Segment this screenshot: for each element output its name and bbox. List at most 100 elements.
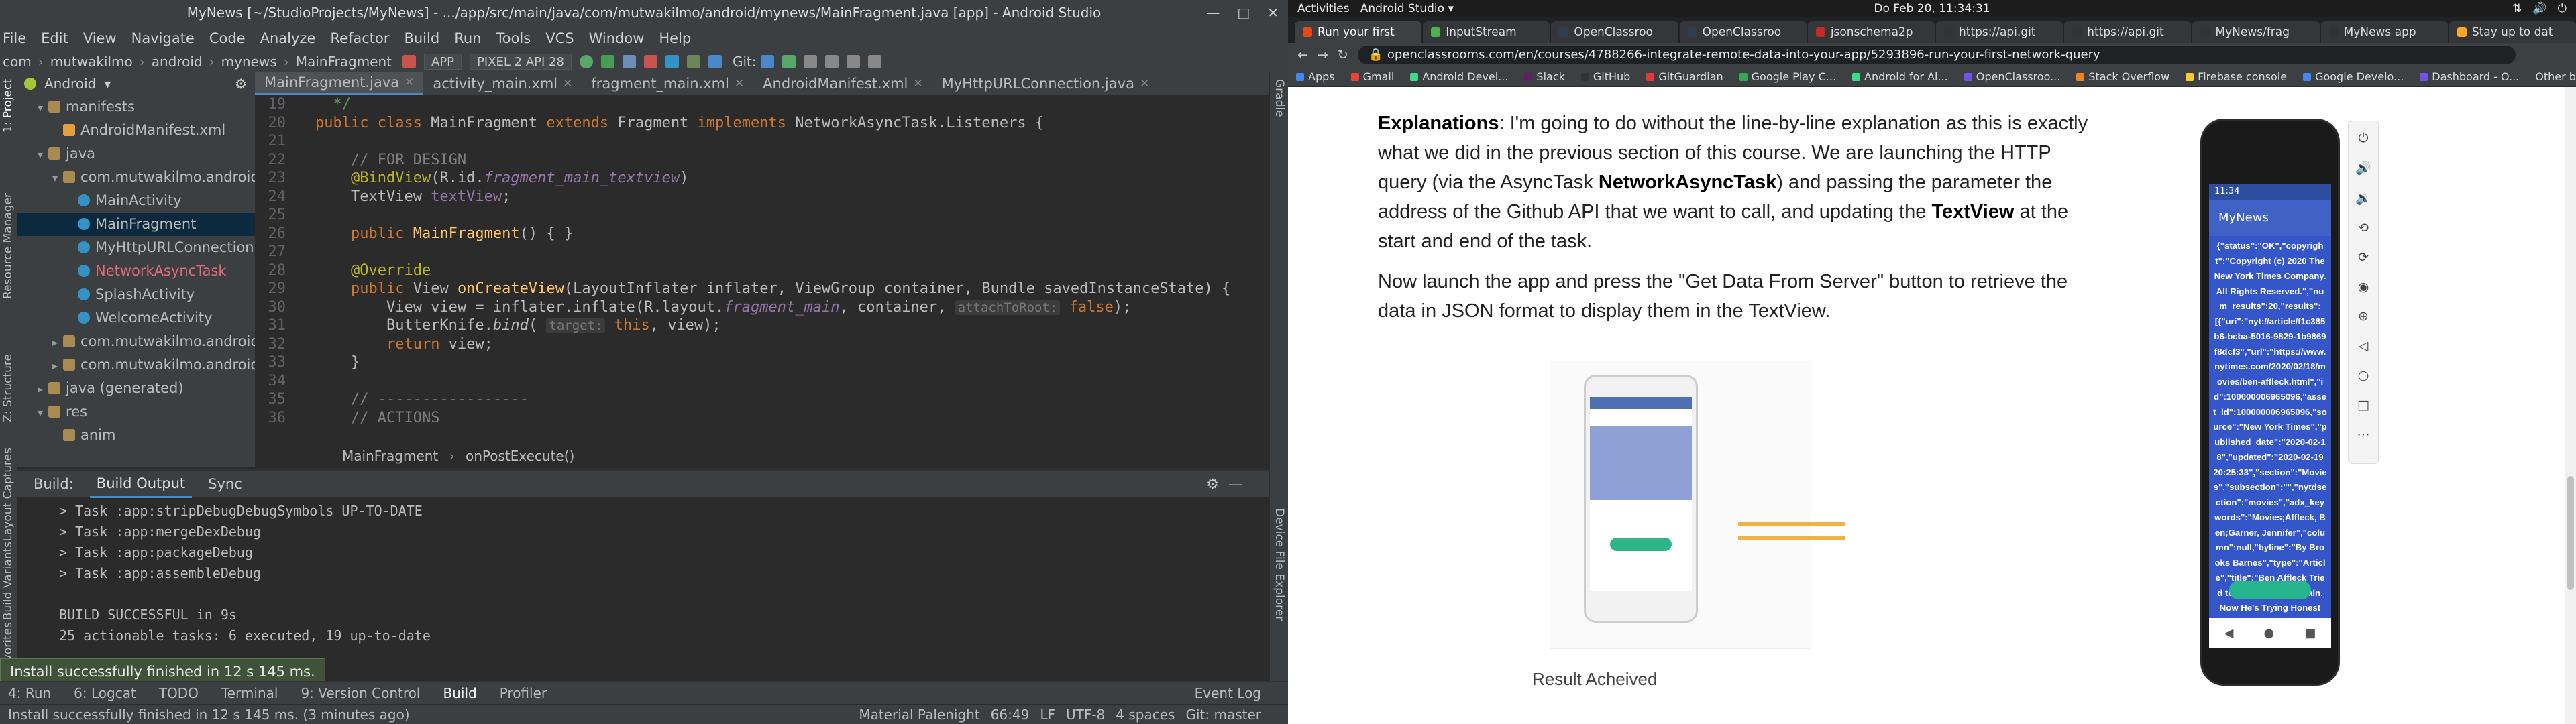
bookmark-item[interactable]: Dashboard - O... — [2420, 70, 2519, 83]
tool-logcat[interactable]: 6: Logcat — [74, 685, 136, 701]
get-data-button[interactable] — [2229, 581, 2311, 599]
tab-build-output[interactable]: Build Output — [89, 471, 193, 498]
tree-item[interactable]: ▾ res — [17, 400, 255, 424]
tool-build[interactable]: Build — [443, 685, 476, 701]
status-encoding[interactable]: UTF-8 — [1066, 705, 1105, 724]
tree-item[interactable]: MainActivity — [17, 189, 255, 213]
line-number[interactable]: 31 — [255, 316, 290, 335]
line-number[interactable]: 29 — [255, 280, 290, 298]
maximize-icon[interactable]: □ — [1237, 0, 1250, 25]
browser-tab[interactable]: Run your first — [1295, 21, 1422, 43]
code-line[interactable]: 36 // ACTIONS — [255, 409, 1269, 428]
line-number[interactable]: 20 — [255, 114, 290, 133]
expand-arrow-icon[interactable]: ▸ — [52, 354, 63, 377]
tool-gradle[interactable]: Gradle — [1273, 79, 1286, 117]
volume-down-icon[interactable]: 🔉 — [2355, 190, 2371, 206]
tree-item[interactable]: SplashActivity — [17, 283, 255, 306]
tree-item[interactable]: ▸ com.mutwakilmo.android — [17, 330, 255, 353]
home-icon[interactable]: ○ — [2358, 368, 2369, 383]
chevron-down-icon[interactable]: ▾ — [104, 76, 111, 92]
profile-icon[interactable] — [622, 54, 636, 68]
bookmark-item[interactable]: Android for Al... — [1852, 70, 1948, 83]
menu-code[interactable]: Code — [209, 30, 246, 46]
other-bookmarks[interactable]: Other bookmarks — [2535, 70, 2576, 83]
forward-icon[interactable]: → — [1318, 48, 1328, 62]
browser-tab[interactable]: https://api.git — [2064, 21, 2192, 43]
run-icon[interactable] — [579, 54, 593, 68]
menu-help[interactable]: Help — [659, 30, 691, 46]
tree-item[interactable]: MyHttpURLConnection — [17, 236, 255, 259]
code-line[interactable]: 20 public class MainFragment extends Frag… — [255, 114, 1269, 133]
code-line[interactable]: 23 @BindView(R.id.fragment_main_textview… — [255, 169, 1269, 188]
avd-manager-icon[interactable] — [686, 54, 700, 68]
line-number[interactable]: 32 — [255, 335, 290, 354]
status-git-branch[interactable]: Git: master — [1185, 705, 1261, 724]
tree-item[interactable]: AndroidManifest.xml — [17, 119, 255, 142]
git-revert-icon[interactable] — [824, 54, 839, 68]
code-line[interactable]: 29 public View onCreateView(LayoutInflat… — [255, 280, 1269, 298]
power-icon[interactable]: ⏻ — [2358, 131, 2368, 145]
tool-run[interactable]: 4: Run — [8, 685, 51, 701]
menu-tools[interactable]: Tools — [496, 30, 531, 46]
hammer-icon[interactable] — [402, 54, 417, 68]
tool-layout-captures[interactable]: Layout Captures — [1, 448, 15, 542]
status-theme[interactable]: Material Palenight — [859, 705, 979, 724]
bookmark-item[interactable]: Google Develo... — [2303, 70, 2404, 83]
browser-tab[interactable]: OpenClassroo — [1679, 21, 1807, 43]
back-icon[interactable]: ◀ — [2224, 626, 2234, 640]
close-icon[interactable]: ✕ — [1140, 72, 1149, 95]
minimize-panel-icon[interactable]: — — [1228, 476, 1242, 492]
line-number[interactable]: 23 — [255, 169, 290, 188]
line-number[interactable]: 27 — [255, 243, 290, 261]
scrollbar-thumb[interactable] — [2567, 476, 2574, 590]
breadcrumb-class[interactable]: MainFragment — [342, 448, 438, 464]
code-line[interactable]: 24 TextView textView; — [255, 188, 1269, 206]
code-line[interactable]: 25 — [255, 206, 1269, 225]
browser-tab[interactable]: https://api.git — [1936, 21, 2063, 43]
browser-tab[interactable]: jsonschema2p — [1807, 21, 1935, 43]
tab-activity-main-xml[interactable]: activity_main.xml ✕ — [423, 72, 582, 95]
sync-icon[interactable] — [665, 54, 679, 68]
line-number[interactable]: 28 — [255, 261, 290, 280]
bookmark-item[interactable]: GitGuardian — [1646, 70, 1723, 83]
menu-view[interactable]: View — [83, 30, 117, 46]
status-line-separator[interactable]: LF — [1040, 705, 1055, 724]
tool-profiler[interactable]: Profiler — [500, 685, 547, 701]
tree-item[interactable]: WelcomeActivity — [17, 306, 255, 330]
back-icon[interactable]: ← — [1297, 48, 1308, 62]
volume-up-icon[interactable]: 🔊 — [2355, 160, 2371, 176]
close-icon[interactable]: ✕ — [405, 72, 414, 94]
line-number[interactable]: 24 — [255, 188, 290, 206]
code-line[interactable]: 33 } — [255, 353, 1269, 372]
bookmark-item[interactable]: Apps — [1296, 70, 1335, 83]
bookmark-item[interactable]: GitHub — [1580, 70, 1630, 83]
code-line[interactable]: 26 public MainFragment() { } — [255, 225, 1269, 243]
code-line[interactable]: 19 */ — [255, 95, 1269, 114]
zoom-icon[interactable]: ⊕ — [2358, 309, 2369, 324]
bookmark-item[interactable]: Stack Overflow — [2076, 70, 2169, 83]
line-number[interactable]: 21 — [255, 132, 290, 151]
menu-navigate[interactable]: Navigate — [131, 30, 195, 46]
more-icon[interactable]: ⋯ — [2357, 427, 2370, 442]
line-number[interactable]: 25 — [255, 206, 290, 225]
code-line[interactable]: 28 @Override — [255, 261, 1269, 280]
nav-crumb[interactable]: mutwakilmo — [50, 54, 133, 70]
rotate-left-icon[interactable]: ⟲ — [2358, 221, 2369, 235]
line-number[interactable]: 33 — [255, 353, 290, 372]
tab-androidmanifest-xml[interactable]: AndroidManifest.xml ✕ — [753, 72, 932, 95]
expand-arrow-icon[interactable]: ▸ — [38, 377, 48, 401]
clock[interactable]: Do Feb 20, 11:34:31 — [1288, 0, 2576, 17]
tree-item[interactable]: ▸ com.mutwakilmo.android — [17, 353, 255, 377]
browser-tab[interactable]: OpenClassroo — [1551, 21, 1678, 43]
bookmark-item[interactable]: Slack — [1524, 70, 1565, 83]
code-line[interactable]: 21 — [255, 132, 1269, 151]
expand-arrow-icon[interactable]: ▾ — [38, 143, 48, 166]
power-icon[interactable]: ⏻ — [2558, 0, 2567, 17]
code-area[interactable]: 19 */20 public class MainFragment extends… — [255, 95, 1269, 444]
menu-analyze[interactable]: Analyze — [260, 30, 316, 46]
back-icon[interactable]: ◁ — [2359, 339, 2369, 353]
tab-mainfragment-java[interactable]: MainFragment.java ✕ — [255, 72, 424, 95]
tool-resource-manager[interactable]: Resource Manager — [1, 193, 15, 299]
run-config-select[interactable]: APP — [424, 53, 462, 70]
device-select[interactable]: PIXEL 2 API 28 — [470, 53, 572, 70]
